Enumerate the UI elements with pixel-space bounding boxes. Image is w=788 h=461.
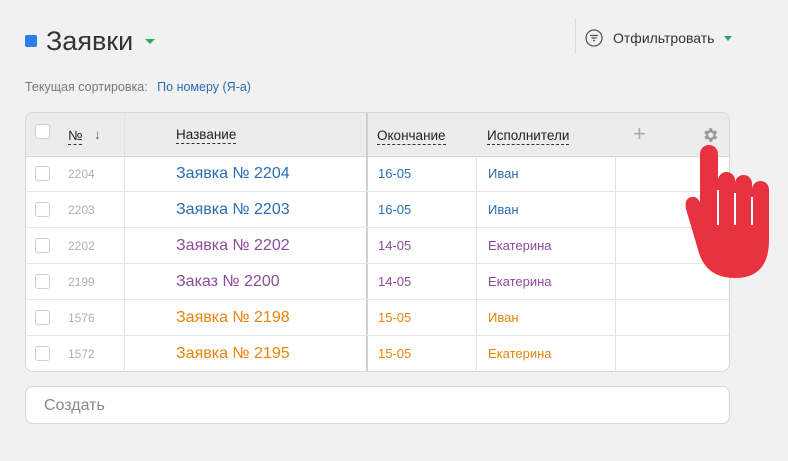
row-name[interactable]: Заявка № 2202 (176, 228, 290, 264)
row-end-date: 14-05 (378, 238, 412, 253)
row-checkbox[interactable] (35, 202, 50, 217)
row-end-date: 16-05 (378, 202, 412, 217)
header: Заявки Отфильтровать (0, 0, 788, 80)
row-end-date: 15-05 (378, 346, 412, 361)
add-column-button[interactable]: + (633, 121, 646, 147)
row-name[interactable]: Заявка № 2204 (176, 156, 290, 192)
row-assignee[interactable]: Екатерина (488, 336, 552, 371)
row-end-date: 16-05 (378, 166, 412, 181)
row-name[interactable]: Заявка № 2195 (176, 336, 290, 371)
row-assignee[interactable]: Екатерина (488, 264, 552, 300)
header-divider (575, 18, 576, 54)
filter-label: Отфильтровать (613, 30, 715, 46)
row-number: 2199 (68, 275, 95, 289)
blue-square-icon (25, 35, 37, 47)
requests-table: № ↓ Название Окончание Исполнители + 220… (25, 112, 730, 372)
sort-link[interactable]: По номеру (Я-а) (157, 80, 251, 94)
filter-icon (585, 29, 603, 47)
chevron-down-icon (724, 35, 733, 41)
column-number[interactable]: № (68, 128, 83, 145)
row-assignee[interactable]: Иван (488, 156, 519, 192)
row-checkbox[interactable] (35, 310, 50, 325)
row-number: 2202 (68, 239, 95, 253)
row-end-date: 15-05 (378, 310, 412, 325)
hand-pointer-icon (680, 145, 780, 285)
row-assignee[interactable]: Екатерина (488, 228, 552, 264)
column-assignees[interactable]: Исполнители (487, 128, 570, 145)
row-number: 1572 (68, 347, 95, 361)
table-row[interactable]: 2204 Заявка № 2204 16-05 Иван (26, 156, 729, 192)
create-input[interactable]: Создать (25, 386, 730, 424)
row-assignee[interactable]: Иван (488, 192, 519, 228)
table-header: № ↓ Название Окончание Исполнители + (26, 113, 729, 157)
page-title[interactable]: Заявки (46, 24, 133, 58)
column-end[interactable]: Окончание (377, 128, 446, 145)
row-number: 2203 (68, 203, 95, 217)
row-number: 1576 (68, 311, 95, 325)
table-row[interactable]: 2203 Заявка № 2203 16-05 Иван (26, 192, 729, 228)
create-placeholder: Создать (44, 397, 105, 414)
row-name[interactable]: Заказ № 2200 (176, 264, 280, 300)
table-row[interactable]: 1572 Заявка № 2195 15-05 Екатерина (26, 336, 729, 371)
row-checkbox[interactable] (35, 274, 50, 289)
row-end-date: 14-05 (378, 274, 412, 289)
table-row[interactable]: 1576 Заявка № 2198 15-05 Иван (26, 300, 729, 336)
sort-arrow-icon[interactable]: ↓ (94, 127, 101, 142)
column-name[interactable]: Название (176, 127, 237, 144)
row-number: 2204 (68, 167, 95, 181)
sort-label: Текущая сортировка: (25, 80, 148, 94)
row-assignee[interactable]: Иван (488, 300, 519, 336)
row-checkbox[interactable] (35, 346, 50, 361)
select-all-checkbox[interactable] (35, 124, 50, 139)
filter-button[interactable]: Отфильтровать (585, 26, 733, 50)
row-name[interactable]: Заявка № 2198 (176, 300, 290, 336)
table-row[interactable]: 2199 Заказ № 2200 14-05 Екатерина (26, 264, 729, 300)
table-row[interactable]: 2202 Заявка № 2202 14-05 Екатерина (26, 228, 729, 264)
sort-info: Текущая сортировка: По номеру (Я-а) (25, 80, 251, 94)
chevron-down-icon[interactable] (145, 39, 155, 44)
row-checkbox[interactable] (35, 166, 50, 181)
row-checkbox[interactable] (35, 238, 50, 253)
row-name[interactable]: Заявка № 2203 (176, 192, 290, 228)
